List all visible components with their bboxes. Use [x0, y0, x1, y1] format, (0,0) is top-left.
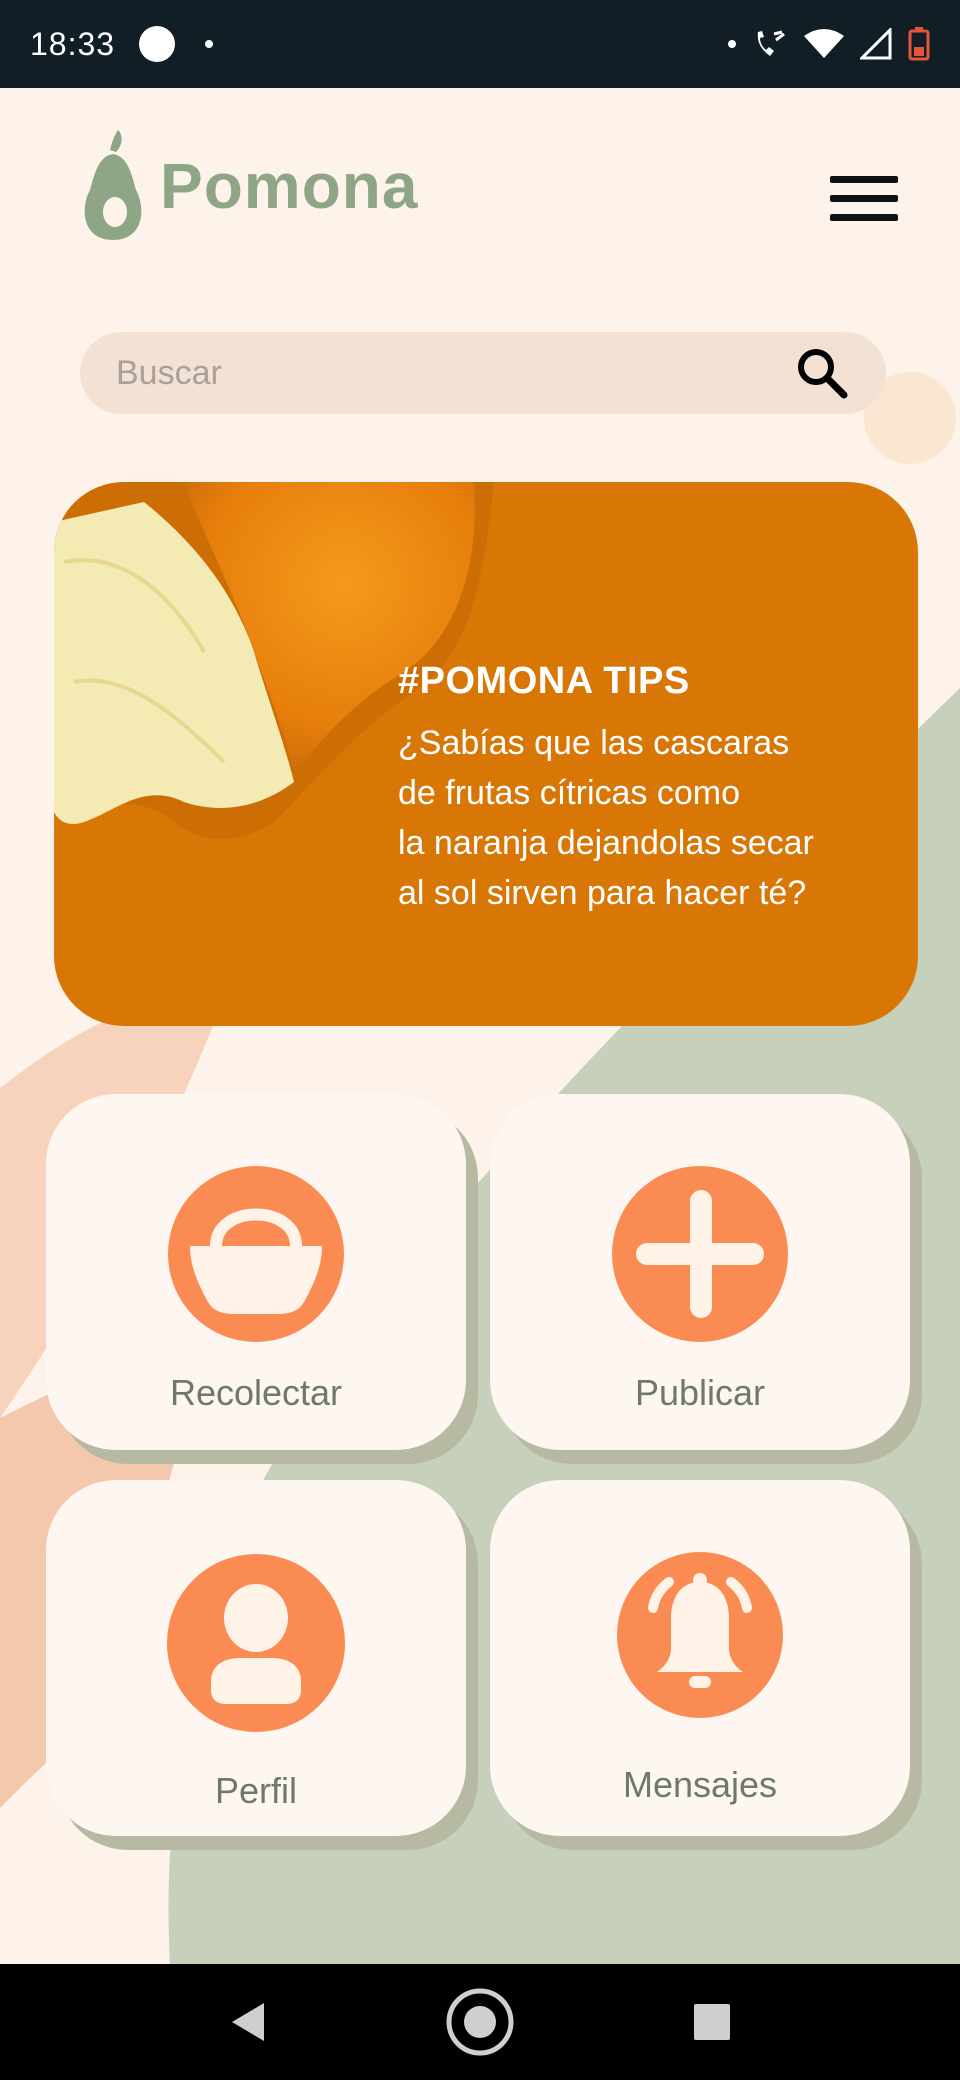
status-bar: 18:33: [0, 0, 960, 88]
tip-line: la naranja dejandolas secar: [398, 824, 814, 862]
back-button[interactable]: [228, 2001, 268, 2043]
cell-signal-icon: [860, 28, 892, 60]
status-time: 18:33: [30, 25, 116, 62]
recents-square-icon: [693, 2004, 730, 2040]
tip-card[interactable]: #POMONA TIPS ¿Sabías que las cascaras de…: [54, 482, 918, 1026]
home-circle-icon: [446, 1988, 514, 2056]
menu-button[interactable]: [830, 176, 898, 230]
search-icon[interactable]: [794, 345, 850, 401]
bell-icon: [617, 1552, 783, 1718]
home-button[interactable]: [445, 1987, 515, 2057]
publish-label: Publicar: [634, 1372, 766, 1413]
notification-dot-icon: [205, 40, 214, 48]
app-logo: Pomona: [78, 128, 418, 244]
messages-label: Mensajes: [622, 1764, 778, 1805]
profile-tile[interactable]: Perfil: [46, 1480, 466, 1836]
tip-line: de frutas cítricas como: [398, 774, 741, 812]
tip-text: ¿Sabías que las cascaras de frutas cítri…: [398, 718, 878, 918]
wifi-call-icon: [757, 30, 785, 56]
plus-icon: [612, 1166, 788, 1342]
collect-tile[interactable]: Recolectar: [46, 1094, 466, 1450]
search-bar[interactable]: [80, 332, 886, 414]
basket-icon: [168, 1166, 344, 1342]
home-screen: Pomona #POMONA TIPS: [0, 88, 960, 1964]
profile-label: Perfil: [214, 1770, 298, 1811]
messages-tile[interactable]: Mensajes: [490, 1480, 910, 1836]
wifi-icon: [804, 29, 844, 58]
avocado-logo-icon: [84, 130, 142, 240]
battery-icon: [908, 27, 930, 61]
recents-button[interactable]: [692, 2002, 732, 2042]
tip-line: al sol sirven para hacer té?: [398, 874, 807, 912]
publish-tile[interactable]: Publicar: [490, 1094, 910, 1450]
app-name: Pomona: [160, 150, 419, 222]
collect-label: Recolectar: [169, 1372, 343, 1413]
status-dot-icon: [728, 40, 736, 48]
notification-circle-icon: [139, 26, 176, 62]
navigation-bar: [0, 1964, 960, 2080]
hamburger-icon: [830, 176, 898, 183]
tip-title: #POMONA TIPS: [398, 660, 690, 702]
user-icon: [167, 1554, 345, 1732]
tip-line: ¿Sabías que las cascaras: [398, 724, 790, 762]
back-triangle-icon: [232, 2003, 265, 2041]
search-input[interactable]: [116, 353, 794, 393]
status-icons: [728, 27, 930, 61]
